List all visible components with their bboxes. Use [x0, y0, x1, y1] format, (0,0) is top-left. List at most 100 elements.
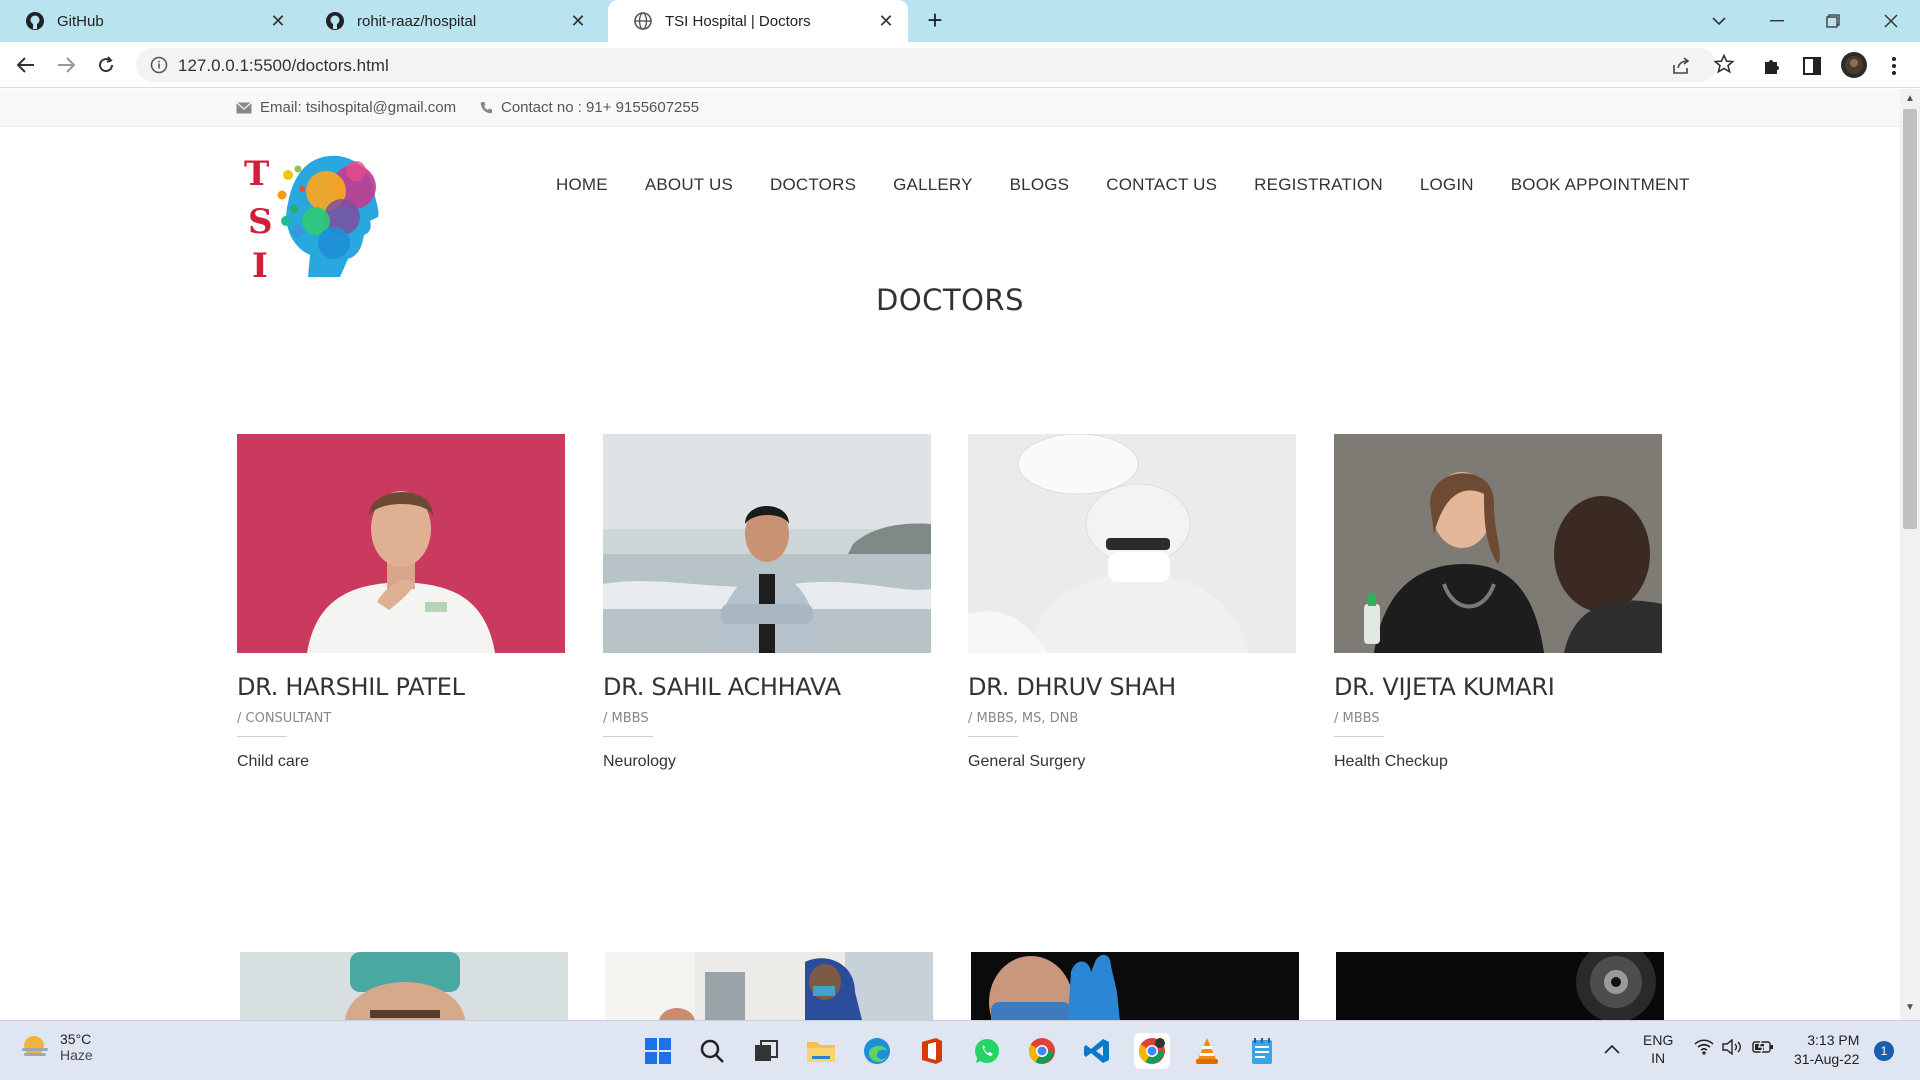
doctor-specialty: Child care	[237, 753, 310, 770]
restore-icon[interactable]	[1818, 6, 1848, 36]
task-view-icon[interactable]	[748, 1033, 784, 1069]
doctor-name: DR. DHRUV SHAH	[968, 673, 1176, 701]
kebab-menu-icon[interactable]	[1882, 54, 1906, 78]
tab-title: GitHub	[57, 12, 104, 30]
share-icon[interactable]	[1670, 55, 1692, 77]
nav-about-us[interactable]: ABOUT US	[645, 175, 733, 195]
doctor-name: DR. HARSHIL PATEL	[237, 673, 465, 701]
chrome-icon[interactable]	[1024, 1033, 1060, 1069]
email-info: Email: tsihospital@gmail.com	[236, 99, 456, 116]
haze-weather-icon	[22, 1036, 48, 1056]
scroll-thumb[interactable]	[1903, 109, 1917, 529]
nav-doctors[interactable]: DOCTORS	[770, 175, 856, 195]
tab-doctors[interactable]: TSI Hospital | Doctors ✕	[608, 0, 908, 42]
reload-icon[interactable]	[92, 51, 120, 79]
weather-condition: Haze	[60, 1047, 93, 1063]
chevron-up-icon[interactable]	[1604, 1041, 1620, 1057]
svg-text:I: I	[252, 246, 268, 286]
doctor-photo	[968, 434, 1296, 653]
tab-github[interactable]: GitHub ✕	[0, 0, 300, 42]
notepad-icon[interactable]	[1244, 1033, 1280, 1069]
tab-title: rohit-raaz/hospital	[357, 12, 477, 30]
nav-gallery[interactable]: GALLERY	[893, 175, 973, 195]
doctor-name: DR. VIJETA KUMARI	[1334, 673, 1555, 701]
nav-registration[interactable]: REGISTRATION	[1254, 175, 1383, 195]
divider	[603, 736, 653, 737]
github-icon	[25, 11, 45, 31]
volume-icon[interactable]	[1722, 1038, 1744, 1058]
contact-text: Contact no : 91+ 9155607255	[501, 99, 700, 116]
vscode-icon[interactable]	[1079, 1033, 1115, 1069]
doctor-card[interactable]: DR. VIJETA KUMARI / MBBS Health Checkup	[1334, 434, 1662, 771]
nav-home[interactable]: HOME	[556, 175, 608, 195]
page-scrollbar[interactable]: ▲ ▼	[1900, 89, 1920, 1020]
close-icon[interactable]: ✕	[568, 11, 588, 31]
whatsapp-icon[interactable]	[969, 1033, 1005, 1069]
address-bar[interactable]: 127.0.0.1:5500/doctors.html	[136, 48, 1716, 82]
doctor-specialty: Neurology	[603, 753, 676, 770]
contact-topbar: Email: tsihospital@gmail.com Contact no …	[0, 89, 1900, 127]
tab-search-chevron-icon[interactable]	[1704, 6, 1734, 36]
phone-info: Contact no : 91+ 9155607255	[480, 99, 699, 116]
doctor-qualification: / CONSULTANT	[237, 711, 332, 726]
doctor-card[interactable]: DR. HARSHIL PATEL / CONSULTANT Child car…	[237, 434, 565, 771]
side-panel-icon[interactable]	[1800, 54, 1824, 78]
scroll-up-arrow-icon[interactable]: ▲	[1904, 93, 1916, 105]
doctor-photo	[1334, 434, 1662, 653]
profile-avatar[interactable]	[1840, 51, 1868, 79]
window-close-icon[interactable]	[1876, 6, 1906, 36]
chrome-active-icon[interactable]	[1134, 1033, 1170, 1069]
svg-text:T: T	[244, 154, 269, 194]
clock[interactable]: 3:13 PM 31-Aug-22	[1794, 1031, 1859, 1069]
phone-icon	[480, 102, 492, 114]
region-code: IN	[1651, 1050, 1666, 1066]
notification-badge[interactable]: 1	[1874, 1041, 1894, 1061]
weather-widget[interactable]: 35°C Haze	[20, 1031, 93, 1063]
doctor-photo[interactable]	[605, 952, 933, 1020]
edge-browser-icon[interactable]	[859, 1033, 895, 1069]
minimize-icon[interactable]	[1762, 6, 1792, 36]
nav-contact-us[interactable]: CONTACT US	[1106, 175, 1217, 195]
scroll-down-arrow-icon[interactable]: ▼	[1904, 1002, 1916, 1014]
tsi-logo[interactable]: T S I	[242, 151, 382, 286]
main-navigation: HOME ABOUT US DOCTORS GALLERY BLOGS CONT…	[556, 175, 1690, 195]
extensions-puzzle-icon[interactable]	[1760, 54, 1784, 78]
nav-login[interactable]: LOGIN	[1420, 175, 1474, 195]
doctor-photo[interactable]	[1336, 952, 1664, 1020]
file-explorer-icon[interactable]	[803, 1033, 839, 1069]
weather-temperature: 35°C	[60, 1031, 92, 1047]
doctor-photo[interactable]	[971, 952, 1299, 1020]
nav-blogs[interactable]: BLOGS	[1010, 175, 1070, 195]
info-icon[interactable]	[150, 56, 168, 74]
doctor-photo[interactable]	[240, 952, 568, 1020]
bookmark-star-icon[interactable]	[1712, 52, 1736, 76]
svg-text:S: S	[248, 202, 273, 242]
forward-arrow-icon[interactable]	[52, 51, 80, 79]
new-tab-button[interactable]: +	[922, 7, 948, 34]
windows-start-icon[interactable]	[640, 1033, 676, 1069]
doctor-specialty: Health Checkup	[1334, 753, 1448, 770]
doctor-specialty: General Surgery	[968, 753, 1086, 770]
page-title: DOCTORS	[875, 283, 1024, 317]
browser-tab-strip: GitHub ✕ rohit-raaz/hospital ✕ TSI Hospi…	[0, 0, 1920, 42]
office-icon[interactable]	[914, 1033, 950, 1069]
search-icon[interactable]	[694, 1033, 730, 1069]
close-icon[interactable]: ✕	[876, 11, 896, 31]
doctor-qualification: / MBBS, MS, DNB	[968, 711, 1079, 726]
tab-repo[interactable]: rohit-raaz/hospital ✕	[300, 0, 600, 42]
language-indicator[interactable]: ENG IN	[1643, 1031, 1673, 1067]
github-icon	[325, 11, 345, 31]
doctor-photo	[603, 434, 931, 653]
doctor-card[interactable]: DR. SAHIL ACHHAVA / MBBS Neurology	[603, 434, 931, 771]
windows-taskbar: 35°C Haze ENG IN 3:13 PM 31-Aug-22 1	[0, 1020, 1920, 1080]
back-arrow-icon[interactable]	[12, 51, 40, 79]
page-viewport: Email: tsihospital@gmail.com Contact no …	[0, 89, 1900, 1020]
close-icon[interactable]: ✕	[268, 11, 288, 31]
wifi-icon[interactable]	[1694, 1039, 1714, 1058]
divider	[237, 736, 287, 737]
battery-icon[interactable]	[1752, 1040, 1774, 1057]
doctor-card[interactable]: DR. DHRUV SHAH / MBBS, MS, DNB General S…	[968, 434, 1296, 771]
nav-book-appointment[interactable]: BOOK APPOINTMENT	[1511, 175, 1690, 195]
divider	[968, 736, 1018, 737]
vlc-icon[interactable]	[1189, 1033, 1225, 1069]
